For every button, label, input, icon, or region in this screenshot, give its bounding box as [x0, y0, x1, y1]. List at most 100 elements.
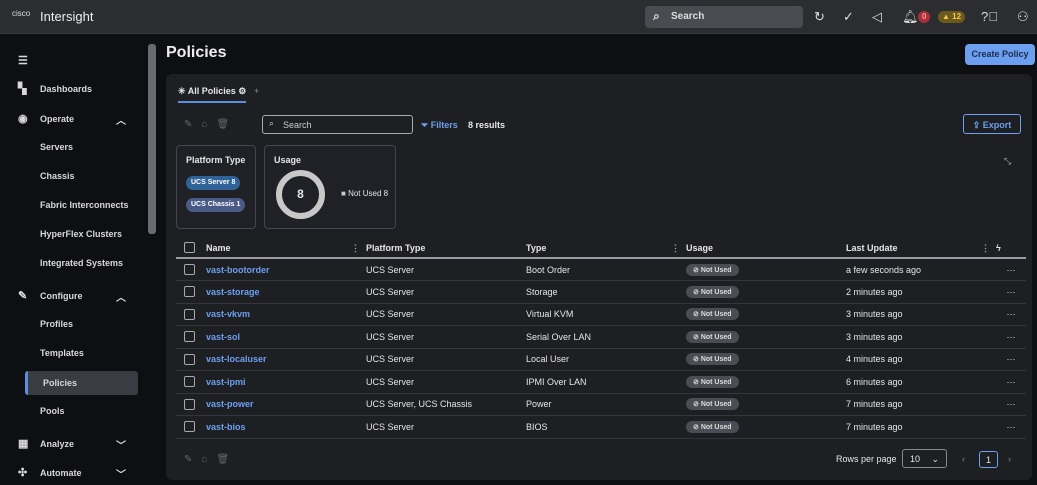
policy-name-link[interactable]: vast-power: [206, 399, 254, 409]
sort-icon[interactable]: ⋮: [981, 243, 990, 254]
row-checkbox[interactable]: [184, 286, 195, 298]
sidebar-item-profiles[interactable]: Profiles: [0, 312, 140, 336]
table-row[interactable]: vast-vkvm UCS Server Virtual KVM ⊘ Not U…: [176, 303, 1026, 326]
more-actions-icon[interactable]: ···: [996, 258, 1026, 281]
sidebar-item-templates[interactable]: Templates: [0, 341, 140, 365]
sidebar-item-fabric-interconnects[interactable]: Fabric Interconnects: [0, 193, 140, 217]
sidebar-item-policies[interactable]: Policies: [25, 371, 138, 395]
add-tab-button[interactable]: +: [254, 86, 259, 96]
more-actions-icon[interactable]: ···: [996, 393, 1026, 416]
sidebar-item-dashboards[interactable]: ▚ Dashboards: [0, 77, 140, 101]
policy-name-link[interactable]: vast-vkvm: [206, 309, 250, 319]
search-input[interactable]: ⌕ Search: [262, 115, 413, 134]
row-checkbox[interactable]: [184, 398, 195, 410]
help-icon[interactable]: ?⃝: [981, 9, 998, 24]
more-actions-icon[interactable]: ···: [996, 370, 1026, 394]
filters-button[interactable]: ⏷ Filters: [421, 120, 458, 131]
refresh-icon[interactable]: ↻: [814, 9, 825, 25]
column-name[interactable]: Name ⋮: [206, 238, 366, 259]
usage-legend[interactable]: ■ Not Used 8: [341, 189, 388, 198]
more-actions-icon[interactable]: ···: [996, 348, 1026, 371]
table-row[interactable]: vast-ipmi UCS Server IPMI Over LAN ⊘ Not…: [176, 370, 1026, 394]
table-row[interactable]: vast-bootorder UCS Server Boot Order ⊘ N…: [176, 258, 1026, 281]
user-icon[interactable]: ⚇: [1017, 9, 1029, 25]
rows-per-page-select[interactable]: 10 ⌄: [902, 449, 947, 468]
chevron-up-icon: ︿: [116, 293, 126, 304]
collapse-icon[interactable]: ⤡: [1004, 156, 1011, 167]
policy-name-link[interactable]: vast-ipmi: [206, 377, 246, 387]
table-row[interactable]: vast-storage UCS Server Storage ⊘ Not Us…: [176, 280, 1026, 304]
sidebar-item-analyze[interactable]: ▦ Analyze ﹀: [0, 432, 140, 456]
row-checkbox[interactable]: [184, 376, 195, 388]
policy-name-link[interactable]: vast-bios: [206, 422, 246, 432]
policy-name-link[interactable]: vast-bootorder: [206, 265, 270, 275]
delete-icon[interactable]: 🗑︎: [216, 119, 238, 130]
row-checkbox[interactable]: [184, 353, 195, 365]
policy-name-link[interactable]: vast-localuser: [206, 354, 267, 364]
sort-icon[interactable]: ⋮: [671, 243, 680, 254]
row-checkbox[interactable]: [184, 421, 195, 433]
usage-badge: ⊘ Not Used: [686, 263, 739, 276]
page-1-button[interactable]: 1: [979, 451, 998, 468]
table-row[interactable]: vast-localuser UCS Server Local User ⊘ N…: [176, 348, 1026, 371]
more-actions-icon[interactable]: ···: [996, 280, 1026, 304]
sidebar-scrollbar[interactable]: [148, 44, 156, 234]
select-all-checkbox[interactable]: [184, 242, 195, 254]
settings-icon[interactable]: ⚙: [238, 86, 246, 96]
column-last-update[interactable]: Last Update ⋮: [846, 238, 996, 259]
bell-icon[interactable]: 🔔︎: [902, 9, 919, 25]
sidebar-item-integrated-systems[interactable]: Integrated Systems: [0, 251, 140, 275]
column-platform-type[interactable]: Platform Type: [366, 238, 526, 259]
sidebar-item-pools[interactable]: Pools: [0, 399, 140, 423]
menu-toggle[interactable]: ☰: [0, 49, 140, 73]
table-row[interactable]: vast-sol UCS Server Serial Over LAN ⊘ No…: [176, 325, 1026, 349]
row-checkbox[interactable]: [184, 331, 195, 343]
sidebar-item-servers[interactable]: Servers: [0, 135, 140, 159]
more-actions-icon[interactable]: ···: [996, 415, 1026, 439]
sort-icon[interactable]: ⋮: [351, 243, 360, 254]
usage-donut[interactable]: 8: [276, 170, 325, 219]
more-actions-icon[interactable]: ···: [996, 303, 1026, 326]
prev-page-button[interactable]: ‹: [962, 454, 965, 464]
create-policy-button[interactable]: Create Policy: [965, 44, 1035, 65]
policy-name-link[interactable]: vast-sol: [206, 332, 240, 342]
sidebar-item-chassis[interactable]: Chassis: [0, 164, 140, 188]
type-cell: Local User: [526, 348, 686, 371]
platform-filter-ucs-chassis[interactable]: UCS Chassis 1: [186, 198, 246, 212]
sidebar-item-hyperflex[interactable]: HyperFlex Clusters: [0, 222, 140, 246]
platform-filter-ucs-server[interactable]: UCS Server 8: [186, 176, 241, 190]
edit-icon[interactable]: ✎: [184, 454, 201, 465]
global-search[interactable]: ⌕ Search: [645, 6, 803, 28]
usage-label: Not Used: [700, 356, 732, 364]
column-type[interactable]: Type ⋮: [526, 238, 686, 259]
label: Servers: [40, 142, 74, 152]
header-label: Last Update: [846, 242, 898, 253]
edit-icon[interactable]: ✎: [184, 119, 201, 130]
policy-name-link[interactable]: vast-storage: [206, 287, 260, 297]
warning-alert-badge[interactable]: ▲ 12: [938, 11, 966, 23]
next-page-button[interactable]: ›: [1008, 454, 1011, 464]
tag-icon[interactable]: ⌂: [201, 119, 216, 130]
tab-label: All Policies: [187, 86, 236, 96]
tab-all-policies[interactable]: ✳ All Policies ⚙: [178, 86, 247, 103]
column-settings[interactable]: ϟ: [996, 238, 1026, 259]
export-button[interactable]: ⇪ Export: [963, 114, 1021, 134]
sidebar-item-operate[interactable]: ◉ Operate ︿: [0, 107, 140, 131]
header-label: Platform Type: [366, 242, 426, 253]
type-cell: Virtual KVM: [526, 303, 686, 326]
lightning-icon[interactable]: ϟ: [996, 243, 1001, 253]
tag-icon[interactable]: ⌂: [201, 454, 216, 465]
column-usage[interactable]: Usage: [686, 238, 846, 259]
table-row[interactable]: vast-bios UCS Server BIOS ⊘ Not Used 7 m…: [176, 415, 1026, 439]
check-circle-icon[interactable]: ✓: [843, 9, 854, 25]
megaphone-icon[interactable]: ◁: [872, 9, 882, 25]
row-checkbox[interactable]: [184, 308, 195, 320]
critical-alert-badge[interactable]: 0: [918, 11, 931, 23]
usage-label: Not Used: [700, 401, 732, 409]
delete-icon[interactable]: 🗑︎: [216, 454, 238, 465]
row-checkbox[interactable]: [184, 264, 195, 276]
sidebar-item-automate[interactable]: ✣ Automate ﹀: [0, 461, 140, 485]
sidebar-item-configure[interactable]: ✎ Configure ︿: [0, 284, 140, 308]
table-row[interactable]: vast-power UCS Server, UCS Chassis Power…: [176, 393, 1026, 416]
more-actions-icon[interactable]: ···: [996, 325, 1026, 349]
